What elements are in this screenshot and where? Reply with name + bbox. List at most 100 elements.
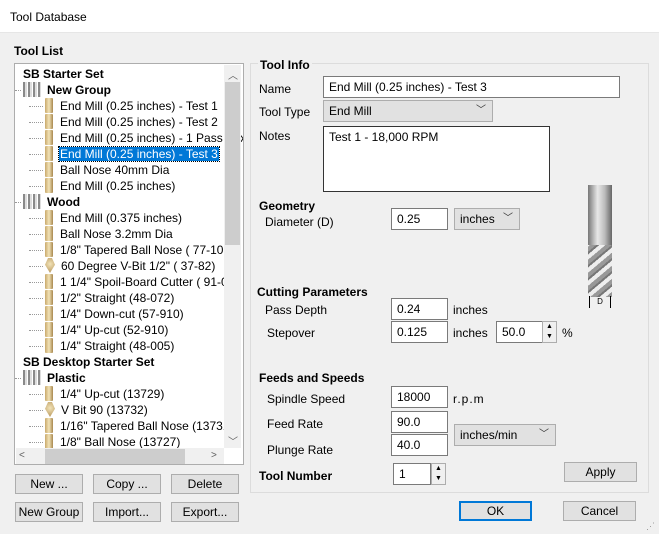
tree-item-label: End Mill (0.25 inches) - 1 Pass - 3x [60,131,244,145]
tool-number-spinner[interactable]: ▲ ▼ [431,463,446,485]
tree-item-label: Ball Nose 40mm Dia [60,163,170,177]
diameter-units-select[interactable]: inches ﹀ [454,208,520,230]
tree-item[interactable]: End Mill (0.25 inches) - Test 3 [45,146,220,162]
tree-set[interactable]: SB Starter Set [22,66,105,82]
tree-line [29,234,43,235]
scroll-left-icon[interactable]: < [19,450,25,461]
tree-item-label: New Group [47,83,112,97]
cutting-parameters-label: Cutting Parameters [257,285,368,299]
tree-item[interactable]: 1/4" Up-cut (52-910) [45,322,169,338]
scroll-down-icon[interactable]: ﹀ [228,433,238,448]
export-button[interactable]: Export... [171,502,239,522]
tool-group-icon [23,370,41,385]
tree-line [29,394,43,395]
tree-item[interactable]: End Mill (0.375 inches) [45,210,183,226]
tree-item-label: 1/4" Straight (48-005) [60,339,175,353]
v-bit-icon [45,402,55,417]
tree-item[interactable]: V Bit 90 (13732) [45,402,149,418]
spindle-units: r.p.m [453,392,485,406]
scroll-right-icon[interactable]: > [211,450,217,461]
plunge-rate-input[interactable]: 40.0 [391,434,448,456]
tree-item[interactable]: 1 1/4" Spoil-Board Cutter ( 91-000 [45,274,242,290]
tree-group[interactable]: Wood [23,194,81,210]
tree-item-label: 1/4" Down-cut (57-910) [60,307,184,321]
tree-item[interactable]: End Mill (0.25 inches) - 1 Pass - 3x [45,130,244,146]
tree-item[interactable]: 1/4" Down-cut (57-910) [45,306,185,322]
tree-item[interactable]: End Mill (0.25 inches) - Test 1 [45,98,219,114]
feeds-speeds-label: Feeds and Speeds [259,371,365,385]
stepover-percent-input[interactable]: 50.0 [496,321,543,343]
resize-grip-icon[interactable]: ⋰ [646,521,655,532]
tree-item[interactable]: End Mill (0.25 inches) - Test 2 [45,114,219,130]
tree-item[interactable]: End Mill (0.25 inches) [45,178,176,194]
tool-bit-icon [45,178,53,193]
tool-bit-icon [45,210,53,225]
units-value: inches [460,212,495,226]
pass-depth-input[interactable]: 0.24 [391,298,448,320]
feed-rate-input[interactable]: 90.0 [391,411,448,433]
diameter-dimension: D [589,296,611,308]
tool-type-label: Tool Type [259,105,311,119]
tool-bit-icon [45,290,53,305]
delete-button[interactable]: Delete [171,474,239,494]
tree-item[interactable]: 60 Degree V-Bit 1/2" ( 37-82) [45,258,216,274]
tree-line [29,122,43,123]
tree-group[interactable]: Plastic [23,370,87,386]
rate-units-value: inches/min [460,428,518,442]
tree-item-label: Wood [47,195,81,209]
tree-item[interactable]: Ball Nose 3.2mm Dia [45,226,174,242]
pass-depth-units: inches [453,303,488,317]
rate-units-select[interactable]: inches/min ﹀ [454,424,556,446]
notes-textarea[interactable]: Test 1 - 18,000 RPM [323,126,550,192]
diameter-label: Diameter (D) [265,215,334,229]
tool-diagram-image [588,185,612,297]
tool-bit-icon [45,114,53,129]
new-group-button[interactable]: New Group [15,502,83,522]
tree-item-label: End Mill (0.375 inches) [60,211,183,225]
tool-bit-icon [45,162,53,177]
cancel-button[interactable]: Cancel [563,501,636,521]
tool-tree[interactable]: SB Starter Set New Group End Mill (0.25 in… [14,63,244,465]
tree-item-label: 1/16" Tapered Ball Nose (13731) [60,419,234,433]
tool-bit-icon [45,98,53,113]
name-label: Name [259,82,292,96]
stepover-spinner[interactable]: ▲ ▼ [542,321,557,343]
title-bar: Tool Database [0,0,659,33]
tree-item-label: V Bit 90 (13732) [61,403,148,417]
ok-button[interactable]: OK [459,501,532,521]
stepover-input[interactable]: 0.125 [391,321,448,343]
tree-group[interactable]: New Group [23,82,112,98]
apply-button[interactable]: Apply [564,462,637,482]
horizontal-scrollbar[interactable]: < > [16,448,224,464]
tree-set[interactable]: SB Desktop Starter Set [22,354,155,370]
diameter-input[interactable]: 0.25 [391,208,448,230]
stepover-units: inches [453,326,488,340]
tool-bit-icon [45,274,53,289]
tree-line [29,426,43,427]
tool-type-select[interactable]: End Mill ﹀ [323,100,493,122]
tree-item-label: 1 1/4" Spoil-Board Cutter ( 91-000 [60,275,242,289]
tree-line [29,138,43,139]
new-button[interactable]: New ... [15,474,83,494]
tree-item[interactable]: 1/4" Up-cut (13729) [45,386,165,402]
scroll-thumb[interactable] [225,82,240,245]
scroll-up-icon[interactable]: ︿ [228,67,238,82]
vertical-scrollbar[interactable]: ︿ ﹀ [224,65,241,448]
scroll-thumb[interactable] [45,449,185,464]
tool-number-input[interactable]: 1 [393,463,431,485]
tree-line [29,154,43,155]
name-input[interactable]: End Mill (0.25 inches) - Test 3 [323,76,620,98]
tree-item[interactable]: 1/4" Straight (48-005) [45,338,175,354]
tree-item[interactable]: Ball Nose 40mm Dia [45,162,170,178]
tree-item[interactable]: 1/16" Tapered Ball Nose (13731) [45,418,234,434]
spindle-speed-input[interactable]: 18000 [391,386,448,408]
tool-type-value: End Mill [329,104,372,118]
import-button[interactable]: Import... [93,502,161,522]
tree-line [29,346,43,347]
tree-item[interactable]: 1/2" Straight (48-072) [45,290,175,306]
tree-line [29,170,43,171]
copy-button[interactable]: Copy ... [93,474,161,494]
tree-line [29,298,43,299]
tree-item[interactable]: 1/8" Tapered Ball Nose ( 77-102) [45,242,235,258]
tree-line [15,202,21,203]
